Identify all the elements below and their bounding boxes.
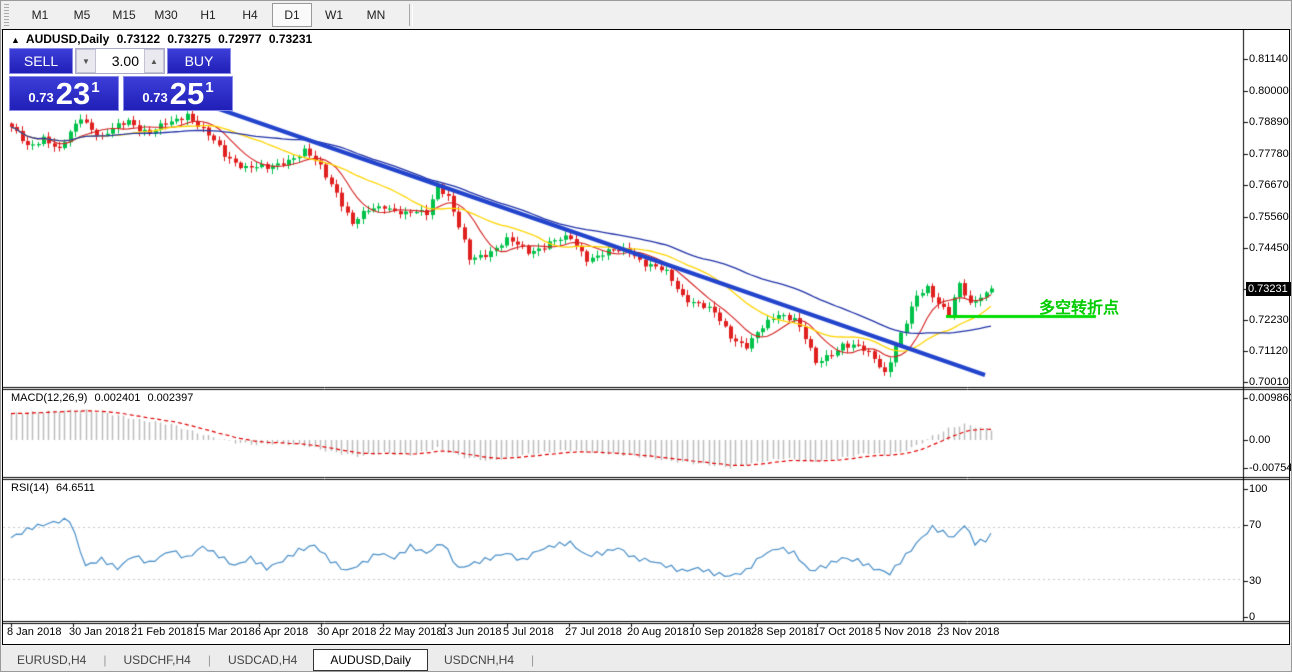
tab-audusd-daily[interactable]: AUDUSD,Daily: [313, 649, 428, 671]
date-label: 5 Jul 2018: [503, 626, 554, 638]
annotation-label[interactable]: 多空转折点: [1039, 294, 1119, 318]
macd-axis-label: 0.009863: [1249, 392, 1292, 404]
date-label: 20 Aug 2018: [627, 626, 689, 638]
rsi-axis-label: 70: [1249, 519, 1261, 531]
rsi-value: 64.6511: [56, 482, 95, 494]
price-axis-label: 0.75560: [1249, 211, 1289, 223]
sell-button[interactable]: SELL: [9, 48, 73, 74]
price-axis-label: 0.80000: [1249, 85, 1289, 97]
rsi-axis-label: 100: [1249, 483, 1267, 495]
volume-spinner: ▼ 3.00 ▲: [75, 48, 165, 74]
date-label: 17 Oct 2018: [813, 626, 873, 638]
date-label: 6 Apr 2018: [255, 626, 308, 638]
chart-window: ▲ AUDUSD,Daily 0.73122 0.73275 0.72977 0.…: [2, 29, 1290, 645]
chevron-up-icon: ▲: [150, 57, 158, 66]
ohlc-close: 0.73231: [269, 32, 312, 46]
timeframe-button-w1[interactable]: W1: [314, 3, 354, 27]
chart-symbol-label: AUDUSD,Daily: [26, 32, 109, 46]
buy-price-pip: 1: [205, 79, 213, 96]
timeframe-button-m5[interactable]: M5: [62, 3, 102, 27]
current-price-tag: 0.73231: [1246, 282, 1292, 296]
date-label: 21 Feb 2018: [131, 626, 193, 638]
price-axis-label: 0.76670: [1249, 179, 1289, 191]
symbol-tab-bar: EURUSD,H4 | USDCHF,H4 | USDCAD,H4 AUDUSD…: [1, 646, 1292, 672]
tab-usdcnh-h4[interactable]: USDCNH,H4: [428, 649, 530, 671]
sell-price-pip: 1: [91, 79, 99, 96]
price-axis-label: 0.78890: [1249, 116, 1289, 128]
ohlc-low: 0.72977: [218, 32, 261, 46]
collapse-arrow-icon[interactable]: ▲: [11, 35, 20, 45]
toolbar-grip-handle[interactable]: [4, 4, 9, 26]
date-label: 28 Sep 2018: [751, 626, 813, 638]
timeframe-button-m30[interactable]: M30: [146, 3, 186, 27]
price-axis-label: 0.77780: [1249, 148, 1289, 160]
buy-price-prefix: 0.73: [142, 90, 167, 105]
price-axis-label: 0.81140: [1249, 53, 1288, 65]
tab-usdcad-h4[interactable]: USDCAD,H4: [212, 649, 313, 671]
chart-canvas[interactable]: [3, 30, 1289, 644]
date-label: 27 Jul 2018: [565, 626, 622, 638]
timeframe-toolbar: M1 M5 M15 M30 H1 H4 D1 W1 MN: [1, 1, 1292, 30]
buy-price-button[interactable]: 0.73251: [123, 76, 233, 111]
volume-input[interactable]: 3.00: [96, 49, 144, 73]
tab-separator: |: [530, 653, 535, 667]
timeframe-button-mn[interactable]: MN: [356, 3, 396, 27]
timeframe-button-m15[interactable]: M15: [104, 3, 144, 27]
date-label: 10 Sep 2018: [689, 626, 751, 638]
date-label: 13 Jun 2018: [441, 626, 502, 638]
volume-increase-button[interactable]: ▲: [144, 49, 164, 73]
timeframe-button-m1[interactable]: M1: [20, 3, 60, 27]
macd-name: MACD(12,26,9): [11, 392, 87, 404]
buy-button[interactable]: BUY: [167, 48, 231, 74]
toolbar-separator: [409, 4, 413, 26]
timeframe-button-h1[interactable]: H1: [188, 3, 228, 27]
chevron-down-icon: ▼: [82, 57, 90, 66]
rsi-name: RSI(14): [11, 482, 49, 494]
date-label: 23 Nov 2018: [937, 626, 999, 638]
one-click-trade-panel: SELL ▼ 3.00 ▲ BUY 0.73231 0.73251: [9, 48, 233, 111]
macd-label: MACD(12,26,9) 0.002401 0.002397: [11, 392, 197, 404]
volume-decrease-button[interactable]: ▼: [76, 49, 96, 73]
date-label: 8 Jan 2018: [7, 626, 61, 638]
macd-axis-label: 0.00: [1249, 434, 1270, 446]
timeframe-button-d1[interactable]: D1: [272, 3, 312, 27]
tab-usdchf-h4[interactable]: USDCHF,H4: [107, 649, 206, 671]
rsi-label: RSI(14) 64.6511: [11, 482, 99, 494]
tab-eurusd-h4[interactable]: EURUSD,H4: [1, 649, 102, 671]
price-axis-label: 0.74450: [1249, 242, 1289, 254]
price-axis-label: 0.71120: [1249, 345, 1288, 357]
macd-signal-value: 0.002397: [147, 392, 193, 404]
rsi-axis-label: 0: [1249, 611, 1255, 623]
ohlc-open: 0.73122: [117, 32, 160, 46]
sell-price-prefix: 0.73: [28, 90, 53, 105]
ohlc-high: 0.73275: [167, 32, 210, 46]
date-label: 22 May 2018: [379, 626, 443, 638]
macd-main-value: 0.002401: [94, 392, 140, 404]
date-label: 15 Mar 2018: [193, 626, 255, 638]
macd-axis-label: -0.007543: [1249, 462, 1292, 474]
rsi-axis-label: 30: [1249, 575, 1261, 587]
price-axis-label: 0.72230: [1249, 314, 1289, 326]
date-label: 30 Jan 2018: [69, 626, 130, 638]
sell-price-button[interactable]: 0.73231: [9, 76, 119, 111]
date-label: 30 Apr 2018: [317, 626, 376, 638]
timeframe-button-h4[interactable]: H4: [230, 3, 270, 27]
buy-price-big: 25: [170, 79, 204, 109]
chart-title: ▲ AUDUSD,Daily 0.73122 0.73275 0.72977 0.…: [11, 32, 316, 46]
date-label: 5 Nov 2018: [875, 626, 931, 638]
trading-app-window: M1 M5 M15 M30 H1 H4 D1 W1 MN ▲ AUDUSD,Dai…: [0, 0, 1292, 672]
sell-price-big: 23: [56, 79, 90, 109]
price-axis-label: 0.70010: [1249, 376, 1289, 388]
